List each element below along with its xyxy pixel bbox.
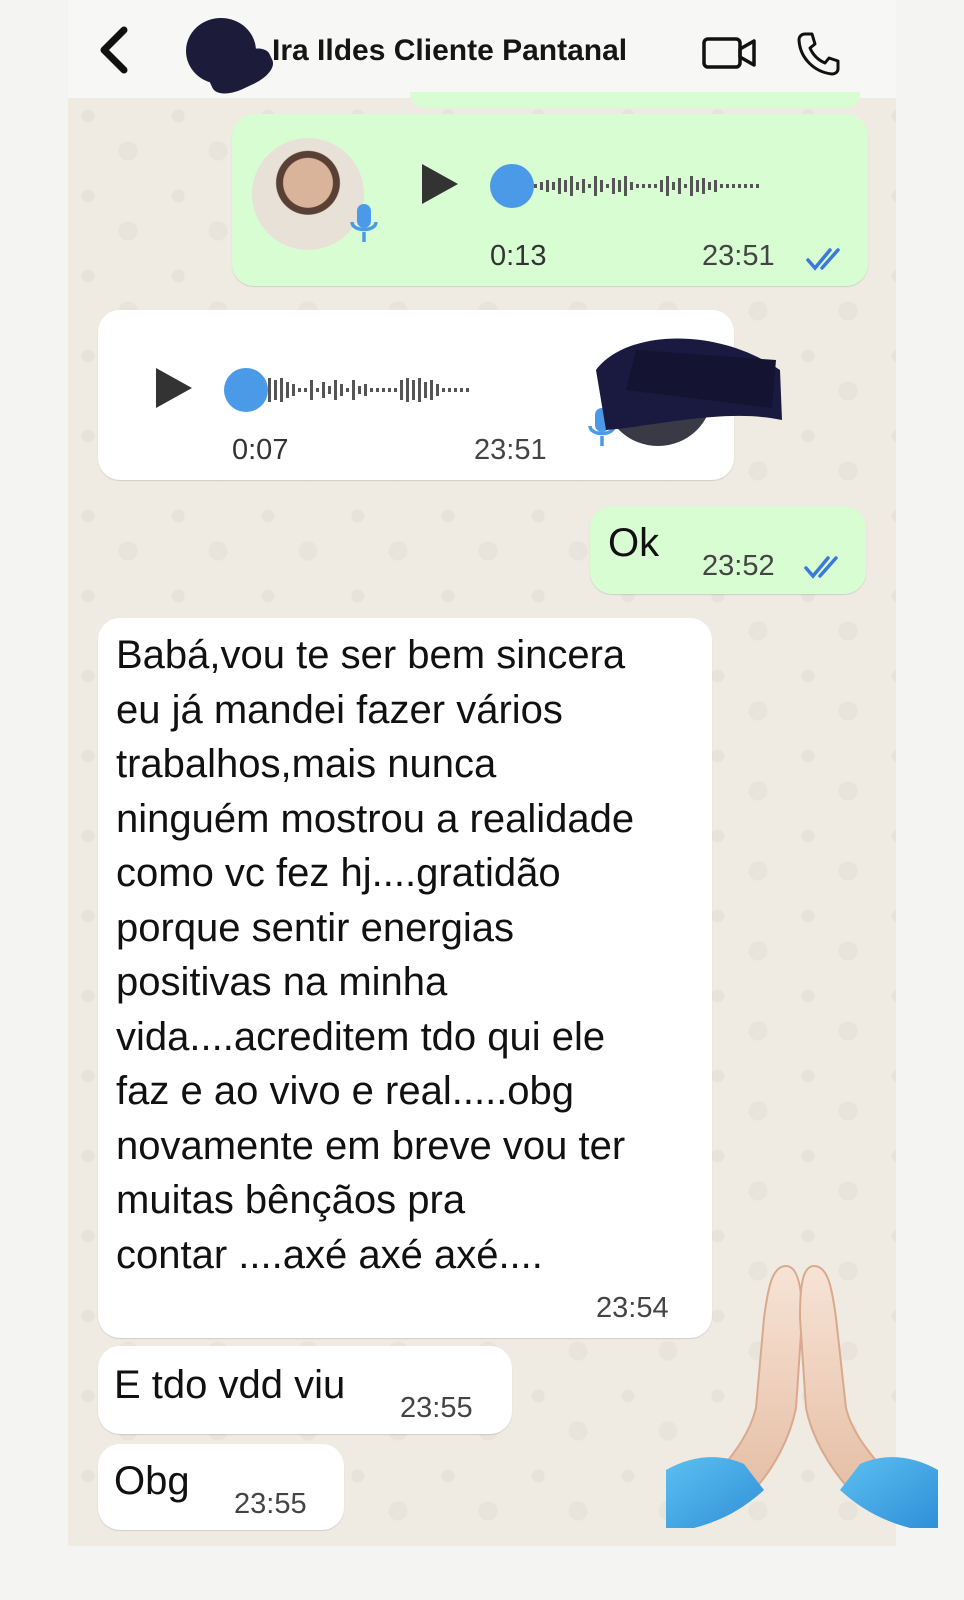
message-time: 23:54 (596, 1292, 669, 1324)
video-camera-icon[interactable] (702, 36, 756, 70)
previous-message-edge (410, 92, 860, 108)
contact-avatar[interactable] (186, 18, 256, 84)
voice-duration: 0:13 (490, 240, 547, 272)
message-time: 23:51 (702, 240, 775, 272)
chat-header: Ira Ildes Cliente Pantanal (68, 0, 896, 98)
outgoing-text-message[interactable]: Ok 23:52 (590, 506, 866, 594)
incoming-text-message[interactable]: Obg 23:55 (98, 1444, 344, 1530)
message-time: 23:55 (234, 1488, 307, 1520)
message-time: 23:55 (400, 1392, 473, 1424)
read-ticks-icon (804, 556, 838, 579)
message-time: 23:52 (702, 550, 775, 582)
play-icon[interactable] (152, 366, 194, 410)
message-text: Obg (114, 1459, 190, 1503)
phone-icon[interactable] (796, 30, 840, 76)
read-ticks-icon (806, 248, 840, 271)
voice-waveform[interactable] (266, 370, 556, 410)
playback-position-dot[interactable] (224, 368, 268, 412)
message-time: 23:51 (474, 434, 547, 466)
contact-name[interactable]: Ira Ildes Cliente Pantanal (272, 34, 627, 68)
incoming-text-message[interactable]: E tdo vdd viu 23:55 (98, 1346, 512, 1434)
voice-duration: 0:07 (232, 434, 289, 466)
playback-position-dot[interactable] (490, 164, 534, 208)
message-text: E tdo vdd viu (114, 1363, 346, 1407)
redacted-avatar (596, 338, 782, 446)
folded-hands-icon (666, 1264, 938, 1528)
outgoing-voice-message[interactable]: 0:13 23:51 (232, 114, 868, 286)
chevron-left-icon[interactable] (94, 24, 134, 76)
play-icon[interactable] (418, 162, 460, 206)
message-text: Ok (608, 521, 660, 565)
message-text: Babá,vou te ser bem sincera eu já mandei… (116, 633, 635, 1277)
incoming-text-message[interactable]: Babá,vou te ser bem sincera eu já mandei… (98, 618, 712, 1338)
voice-waveform[interactable] (532, 166, 832, 206)
microphone-icon (350, 204, 378, 242)
